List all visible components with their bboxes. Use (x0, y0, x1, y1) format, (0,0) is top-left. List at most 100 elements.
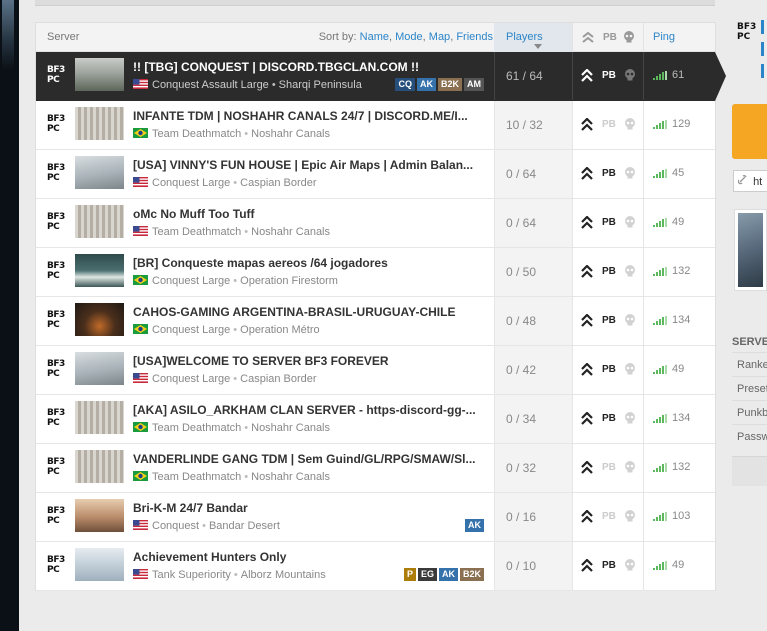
ping: 132 (643, 444, 716, 492)
server-badge: AM (464, 78, 484, 91)
join-server-button[interactable] (732, 104, 767, 159)
map-name: Caspian Border (240, 373, 317, 385)
server-row[interactable]: BF3 PC !! [TBG] CONQUEST | DISCORD.TBGCLA… (36, 52, 726, 101)
server-column-header: Server (47, 31, 80, 43)
sort-by: Sort by: Name, Mode, Map, Friends (318, 31, 493, 43)
server-meta: Tank Superiority • Alborz Mountains (133, 569, 326, 581)
bf3-pc-platform-icon: BF3 PC (47, 506, 65, 526)
rank-chevron-icon (581, 412, 593, 425)
server-badges: P EG AK B2K (403, 568, 484, 581)
ping-value: 132 (672, 461, 691, 473)
platform-icon: BF3 PC (737, 22, 757, 42)
map-name: Noshahr Canals (251, 422, 330, 434)
server-flags: PB (572, 297, 643, 345)
hardcore-skull-icon[interactable] (623, 31, 635, 43)
player-count: 0 / 10 (494, 542, 572, 590)
server-flags: PB (572, 101, 643, 149)
rank-chevron-icon (581, 461, 593, 474)
server-row[interactable]: BF3 PC VANDERLINDE GANG TDM | Sem Guind/G… (36, 444, 715, 493)
bf3-pc-platform-icon: BF3 PC (47, 310, 65, 330)
server-row[interactable]: BF3 PC [USA] VINNY'S FUN HOUSE | Epic Air… (36, 150, 715, 199)
sort-map-link[interactable]: Map (429, 31, 450, 43)
setting-preset: Preset (737, 383, 767, 395)
map-name: Noshahr Canals (251, 471, 330, 483)
brazil-flag-icon (133, 422, 148, 432)
sort-friends-link[interactable]: Friends (456, 31, 493, 43)
rank-chevron-icon (581, 314, 593, 327)
server-row[interactable]: BF3 PC [BR] Conqueste mapas aereos /64 jo… (36, 248, 715, 297)
server-url-text: ht (753, 176, 763, 188)
ping-signal-icon (653, 414, 667, 423)
server-meta: Team Deathmatch • Noshahr Canals (133, 128, 330, 140)
ping: 103 (643, 493, 716, 541)
server-name: oMc No Muff Too Tuff (133, 207, 255, 221)
ping-value: 134 (672, 412, 691, 424)
punkbuster-header[interactable]: PB (603, 32, 617, 43)
player-count: 0 / 50 (494, 248, 572, 296)
players-column-header[interactable]: Players (494, 23, 572, 52)
game-mode: Team Deathmatch (152, 226, 242, 238)
server-flags: PB (572, 395, 643, 443)
sort-desc-icon (534, 44, 542, 49)
sort-name-link[interactable]: Name (360, 31, 389, 43)
map-name: Caspian Border (240, 177, 317, 189)
map-name: Noshahr Canals (251, 226, 330, 238)
server-flags: PB (572, 52, 643, 100)
ping: 129 (643, 101, 716, 149)
punkbuster-indicator: PB (602, 364, 616, 375)
punkbuster-indicator: PB (602, 217, 616, 228)
hardcore-skull-icon (625, 118, 635, 130)
server-row[interactable]: BF3 PC [USA]WELCOME TO SERVER BF3 FOREVER… (36, 346, 715, 395)
punkbuster-indicator: PB (602, 462, 616, 473)
server-name: CAHOS-GAMING ARGENTINA-BRASIL-URUGUAY-CH… (133, 305, 456, 319)
player-count: 61 / 64 (494, 52, 572, 100)
rank-chevron-icon (581, 118, 593, 131)
map-name: Sharqi Peninsula (278, 79, 362, 91)
sidebar-footer (732, 456, 767, 486)
server-name: !! [TBG] CONQUEST | DISCORD.TBGCLAN.COM … (133, 60, 419, 74)
server-meta: Team Deathmatch • Noshahr Canals (133, 226, 330, 238)
server-row[interactable]: BF3 PC oMc No Muff Too Tuff Team Deathmat… (36, 199, 715, 248)
ping-signal-icon (653, 71, 667, 80)
ping-value: 132 (672, 265, 691, 277)
rank-chevron-icon[interactable] (582, 32, 594, 43)
punkbuster-indicator: PB (602, 413, 616, 424)
bf3-pc-platform-icon: BF3 PC (47, 359, 65, 379)
map-thumbnail (75, 254, 124, 287)
rank-chevron-icon (581, 510, 593, 523)
server-meta: Conquest Large • Operation Métro (133, 324, 320, 336)
server-row[interactable]: BF3 PC CAHOS-GAMING ARGENTINA-BRASIL-URUG… (36, 297, 715, 346)
sort-mode-link[interactable]: Mode (395, 31, 423, 43)
server-row[interactable]: BF3 PC INFANTE TDM | NOSHAHR CANALS 24/7 … (36, 101, 715, 150)
ping: 49 (643, 199, 716, 247)
player-count: 0 / 16 (494, 493, 572, 541)
server-badge: P (403, 568, 416, 581)
map-name: Bandar Desert (208, 520, 280, 532)
player-count: 0 / 34 (494, 395, 572, 443)
brazil-flag-icon (133, 471, 148, 481)
ping: 132 (643, 248, 716, 296)
bf3-pc-platform-icon: BF3 PC (47, 65, 65, 85)
background-left-edge (0, 0, 19, 631)
server-name: [USA] VINNY'S FUN HOUSE | Epic Air Maps … (133, 158, 474, 172)
ping-column-header[interactable]: Ping (643, 23, 716, 52)
server-badge: B2K (459, 568, 484, 581)
ping-signal-icon (653, 169, 667, 178)
usa-flag-icon (133, 520, 148, 530)
bf3-pc-platform-icon: BF3 PC (47, 212, 65, 232)
brazil-flag-icon (133, 324, 148, 334)
server-row[interactable]: BF3 PC Achievement Hunters Only Tank Supe… (36, 542, 715, 591)
server-row[interactable]: BF3 PC Bri-K-M 24/7 Bandar Conquest • Banda… (36, 493, 715, 542)
map-thumbnail (75, 205, 124, 238)
rank-chevron-icon (581, 69, 593, 82)
server-badges: CQ AK B2K AM (395, 78, 484, 91)
server-name: [USA]WELCOME TO SERVER BF3 FOREVER (133, 354, 389, 368)
punkbuster-indicator: PB (602, 560, 616, 571)
server-row[interactable]: BF3 PC [AKA] ASILO_ARKHAM CLAN SERVER - h… (36, 395, 715, 444)
server-url-field[interactable]: ht (733, 170, 767, 192)
ping: 61 (643, 52, 716, 100)
map-thumbnail (75, 352, 124, 385)
ping: 49 (643, 346, 716, 394)
game-mode: Team Deathmatch (152, 422, 242, 434)
ping-signal-icon (653, 267, 667, 276)
